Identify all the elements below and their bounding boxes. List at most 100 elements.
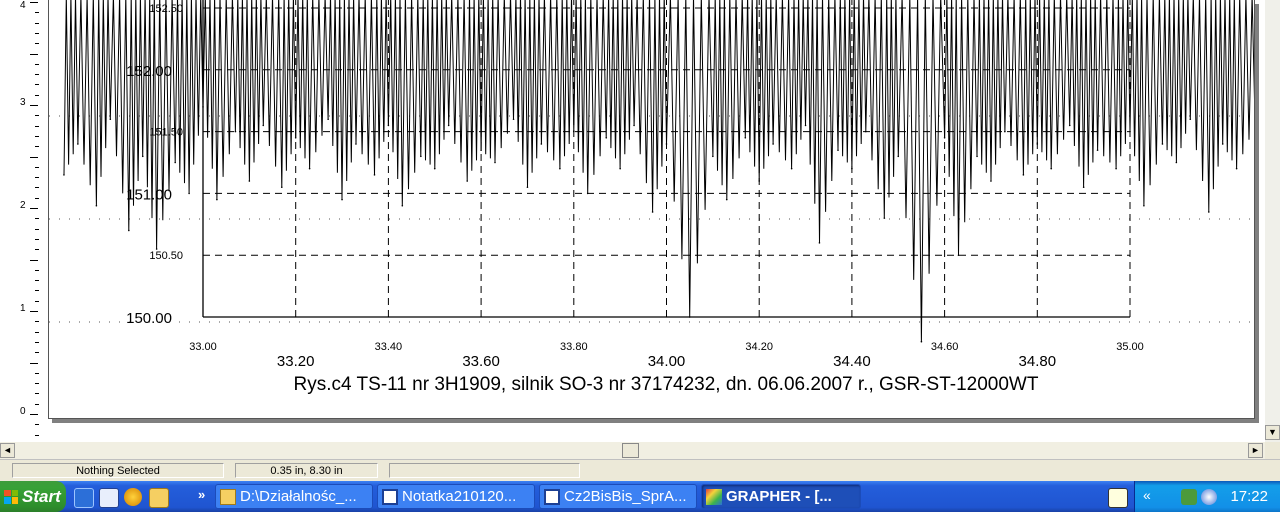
data-point	[373, 174, 376, 176]
x-tick-label: 34.00	[648, 353, 686, 370]
data-point	[188, 192, 190, 195]
plot-page: 33.20 33.60 34.00 34.40 34.80 33.00 33.40 33.80…	[48, 0, 1256, 426]
ruler-tick	[35, 146, 39, 148]
ruler-label: 0	[20, 406, 26, 417]
data-point	[280, 186, 283, 189]
help-icon[interactable]	[1108, 488, 1128, 508]
data-point	[1143, 204, 1145, 207]
horizontal-scrollbar[interactable]: ◄ ►	[0, 442, 1265, 459]
security-icon[interactable]	[1201, 489, 1217, 505]
tray-clock: 17:22	[1230, 488, 1268, 505]
status-extra	[389, 463, 580, 478]
ruler-tick	[35, 12, 39, 14]
ruler-tick	[30, 259, 38, 261]
show-desktop-icon[interactable]	[99, 488, 119, 508]
taskbar-item-notatka[interactable]: Notatka210120...	[377, 484, 535, 509]
ruler-tick	[30, 362, 38, 364]
x-tick-label: 34.40	[833, 353, 871, 370]
data-point	[1161, 143, 1164, 145]
media-player-icon[interactable]	[124, 488, 142, 506]
data-point	[1050, 167, 1053, 170]
grapher-icon	[706, 488, 722, 505]
data-point	[63, 174, 65, 176]
start-label: Start	[22, 486, 61, 506]
data-point	[401, 204, 404, 207]
ruler-tick	[30, 53, 38, 55]
scroll-right-arrow[interactable]: ►	[1248, 443, 1263, 458]
data-point	[688, 316, 691, 318]
data-point	[1221, 143, 1224, 145]
data-point	[758, 180, 760, 182]
grapher-window: 4 3 2 1 0 33.20 33.60 34.00 34.40 34.80 33.00…	[0, 0, 1280, 512]
taskbar-item-explorer[interactable]: D:\Działalnośc_...	[215, 484, 373, 509]
ruler-tick	[35, 74, 39, 76]
ruler-tick	[35, 63, 39, 65]
data-point	[420, 155, 422, 158]
x-tick-label: 35.00	[1116, 341, 1144, 353]
ruler-tick	[35, 84, 39, 86]
x-tick-label: 34.80	[1019, 353, 1057, 370]
windows-taskbar: Start » D:\Działalnośc_... Notatka210120…	[0, 481, 1280, 512]
data-point	[837, 149, 839, 151]
data-point	[725, 198, 728, 201]
ruler-tick	[35, 352, 39, 354]
ruler-tick	[35, 135, 39, 137]
data-point	[943, 136, 946, 139]
quicklaunch-more-icon[interactable]: »	[198, 487, 205, 502]
data-point	[1189, 118, 1192, 121]
ruler-tick	[35, 177, 39, 179]
line-chart[interactable]: 33.20 33.60 34.00 34.40 34.80 33.00 33.40 33.80…	[49, 0, 1256, 426]
data-point	[665, 143, 668, 145]
ruler-tick	[35, 228, 39, 230]
data-point	[526, 186, 529, 189]
ruler-label: 4	[20, 0, 26, 11]
data-point	[341, 198, 343, 201]
y-tick-label: 150.00	[126, 310, 172, 327]
data-point	[355, 143, 357, 145]
data-point	[605, 136, 608, 139]
data-point	[234, 130, 237, 133]
ruler-tick	[35, 125, 39, 127]
data-point	[851, 167, 853, 170]
task-label: D:\Działalnośc_...	[240, 488, 357, 505]
x-tick-label: 33.40	[375, 341, 403, 353]
scroll-thumb[interactable]	[622, 443, 639, 458]
ruler-tick	[35, 300, 39, 302]
taskbar-item-cz2bisbis[interactable]: Cz2BisBis_SprA...	[539, 484, 697, 509]
data-point	[586, 192, 589, 195]
taskbar-item-grapher[interactable]: GRAPHER - [...	[701, 484, 861, 509]
data-point	[141, 155, 144, 158]
folder-quicklaunch-icon[interactable]	[149, 488, 169, 508]
ruler-tick	[35, 383, 39, 385]
task-label: Cz2BisBis_SprA...	[564, 488, 687, 505]
data-point	[248, 180, 251, 182]
scroll-left-arrow[interactable]: ◄	[0, 443, 15, 458]
ruler-tick	[30, 2, 38, 3]
ruler-label: 2	[20, 200, 26, 211]
data-point	[447, 124, 450, 127]
data-point	[804, 124, 807, 127]
vertical-scrollbar[interactable]: ▼	[1265, 0, 1280, 442]
start-button[interactable]: Start	[0, 481, 66, 512]
ruler-tick	[35, 115, 39, 117]
ruler-tick	[35, 197, 39, 199]
ruler-tick	[35, 218, 39, 220]
ruler-tick	[30, 105, 38, 106]
ruler-tick	[35, 32, 39, 34]
network-icon[interactable]	[1181, 489, 1197, 505]
data-point	[512, 118, 515, 121]
plot-canvas[interactable]: 33.20 33.60 34.00 34.40 34.80 33.00 33.40 33.80…	[40, 0, 1265, 442]
status-bar: Nothing Selected 0.35 in, 8.30 in	[0, 459, 1280, 482]
tray-expand-icon[interactable]: «	[1143, 487, 1151, 503]
data-point	[327, 118, 329, 121]
data-point	[883, 217, 886, 219]
data-point	[262, 124, 265, 127]
ruler-tick	[35, 341, 39, 343]
data-point	[109, 118, 112, 121]
data-point	[573, 130, 575, 133]
ruler-tick	[35, 321, 39, 323]
data-point	[202, 106, 204, 108]
data-point	[1207, 211, 1210, 213]
scroll-down-arrow[interactable]: ▼	[1265, 425, 1280, 440]
ie-quicklaunch-icon[interactable]	[74, 488, 94, 508]
